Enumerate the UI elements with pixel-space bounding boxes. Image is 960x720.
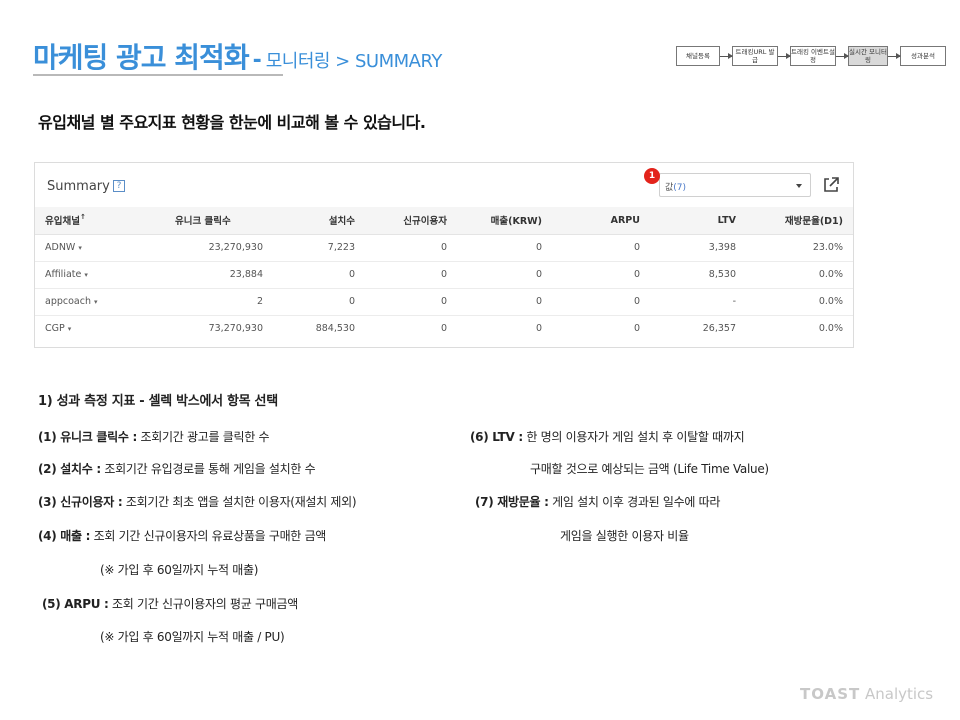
revenue-cell: 0 <box>535 323 542 335</box>
col-arpu[interactable]: ARPU <box>552 207 650 235</box>
col-ltv[interactable]: LTV <box>650 207 746 235</box>
unique-clicks-cell: 73,270,930 <box>208 323 263 335</box>
revisit-cell: 23.0% <box>746 234 853 262</box>
note-arpu-sub: (※ 가입 후 60일까지 누적 매출 / PU) <box>100 630 285 644</box>
ltv-cell: - <box>650 288 746 316</box>
table-row: ADNW ▾ 23,270,930 7,223 0 0 0 3,398 23.0% <box>35 234 853 262</box>
summary-table: 유입채널↑ 유니크 클릭수 설치수 신규이용자 매출(KRW) ARPU LTV… <box>35 207 853 342</box>
caret-down-icon: ▾ <box>93 298 98 306</box>
brand-logo: TOAST Analytics <box>800 685 934 703</box>
flow-step-2: 트래킹URL 발급 <box>732 46 778 66</box>
page-title: 마케팅 광고 최적화 - 모니터링 > SUMMARY <box>33 36 442 76</box>
flow-arrow-icon <box>778 52 791 59</box>
revenue-cell: 0 <box>457 261 552 289</box>
process-flow: 채널등록 트래킹URL 발급 트래킹 이벤트설정 실시간 모니터링 성과분석 <box>676 46 946 66</box>
col-channel[interactable]: 유입채널↑ <box>35 207 145 235</box>
installs-cell: 884,530 <box>315 323 355 335</box>
intro-text: 유입채널 별 주요지표 현황을 한눈에 비교해 볼 수 있습니다. <box>38 113 426 132</box>
external-link-icon[interactable] <box>821 175 841 195</box>
title-main: 마케팅 광고 최적화 <box>33 41 250 74</box>
unique-clicks-cell: 23,884 <box>145 261 273 289</box>
caret-down-icon: ▾ <box>84 271 88 279</box>
arpu-cell: 0 <box>552 288 650 316</box>
flow-arrow-icon <box>836 52 849 59</box>
flow-arrow-icon <box>720 52 733 59</box>
sort-icon: ↑ <box>79 213 86 222</box>
col-new-users[interactable]: 신규이용자 <box>365 207 457 235</box>
col-unique-clicks[interactable]: 유니크 클릭수 <box>145 207 273 235</box>
chevron-down-icon <box>796 184 802 188</box>
title-subtitle: 모니터링 > SUMMARY <box>265 51 443 72</box>
installs-cell: 0 <box>273 288 365 316</box>
help-icon[interactable]: ? <box>113 180 125 192</box>
note-installs: (2) 설치수 : 조회기간 유입경로를 통해 게임을 설치한 수 <box>38 462 316 476</box>
installs-cell: 7,223 <box>273 234 365 262</box>
flow-arrow-icon <box>888 52 901 59</box>
revisit-cell: 0.0% <box>746 288 853 316</box>
table-row: CGP ▾ 73,270,930 884,530 0 0 0 26,357 0.0… <box>35 315 853 342</box>
col-revisit[interactable]: 재방문율(D1) <box>746 207 853 235</box>
unique-clicks-cell: 2 <box>145 288 273 316</box>
callout-badge: 1 <box>644 168 660 184</box>
summary-panel: Summary ? 값(7) 1 유입채널↑ 유니크 클릭수 설치수 신규이용자… <box>34 162 854 348</box>
channel-cell[interactable]: CGP ▾ <box>35 315 145 342</box>
channel-cell[interactable]: Affiliate ▾ <box>35 261 145 289</box>
revenue-cell: 0 <box>457 288 552 316</box>
ltv-cell: 26,357 <box>702 323 736 335</box>
summary-title: Summary <box>47 179 110 194</box>
metric-notes: 1) 성과 측정 지표 - 셀렉 박스에서 항목 선택 (1) 유니크 클릭수 … <box>0 0 960 720</box>
new-users-cell: 0 <box>440 323 447 335</box>
note-arpu: (5) ARPU : 조회 기간 신규이용자의 평균 구매금액 <box>42 597 298 611</box>
ltv-cell: 3,398 <box>650 234 746 262</box>
col-installs[interactable]: 설치수 <box>273 207 365 235</box>
channel-cell[interactable]: appcoach ▾ <box>35 288 145 316</box>
table-header-row: 유입채널↑ 유니크 클릭수 설치수 신규이용자 매출(KRW) ARPU LTV… <box>35 207 853 235</box>
revenue-cell: 0 <box>457 234 552 262</box>
metric-select[interactable]: 값(7) <box>659 173 811 197</box>
arpu-cell: 0 <box>552 234 650 262</box>
note-unique-clicks: (1) 유니크 클릭수 : 조회기간 광고를 클릭한 수 <box>38 430 270 444</box>
note-ltv: (6) LTV : 한 명의 이용자가 게임 설치 후 이탈할 때까지 <box>470 430 745 444</box>
flow-step-5: 성과분석 <box>900 46 946 66</box>
select-value: 값(7) <box>665 183 687 193</box>
flow-step-4: 실시간 모니터링 <box>848 46 888 66</box>
flow-step-1: 채널등록 <box>676 46 720 66</box>
note-revenue: (4) 매출 : 조회 기간 신규이용자의 유료상품을 구매한 금액 <box>38 529 327 543</box>
note-ltv-cont: 구매할 것으로 예상되는 금액 (Life Time Value) <box>530 462 769 476</box>
note-revisit: (7) 재방문율 : 게임 설치 이후 경과된 일수에 따라 <box>475 495 721 509</box>
new-users-cell: 0 <box>365 234 457 262</box>
ltv-cell: 8,530 <box>650 261 746 289</box>
unique-clicks-cell: 23,270,930 <box>145 234 273 262</box>
new-users-cell: 0 <box>365 261 457 289</box>
caret-down-icon: ▾ <box>78 244 82 252</box>
new-users-cell: 0 <box>365 288 457 316</box>
flow-step-3: 트래킹 이벤트설정 <box>790 46 836 66</box>
title-dash: - <box>252 48 262 73</box>
table-row: appcoach ▾ 2 0 0 0 0 - 0.0% <box>35 288 853 316</box>
channel-cell[interactable]: ADNW ▾ <box>35 234 145 262</box>
title-underline <box>33 74 283 76</box>
arpu-cell: 0 <box>552 261 650 289</box>
note-new-users: (3) 신규이용자 : 조회기간 최초 앱을 설치한 이용자(재설치 제외) <box>38 495 357 509</box>
note-revenue-sub: (※ 가입 후 60일까지 누적 매출) <box>100 563 259 577</box>
table-row: Affiliate ▾ 23,884 0 0 0 0 8,530 0.0% <box>35 261 853 289</box>
arpu-cell: 0 <box>633 323 640 335</box>
revisit-cell: 0.0% <box>746 261 853 289</box>
note-revisit-cont: 게임을 실행한 이용자 비율 <box>560 529 689 543</box>
notes-heading: 1) 성과 측정 지표 - 셀렉 박스에서 항목 선택 <box>38 394 278 409</box>
revisit-cell: 0.0% <box>818 323 843 335</box>
installs-cell: 0 <box>273 261 365 289</box>
col-revenue[interactable]: 매출(KRW) <box>457 207 552 235</box>
caret-down-icon: ▾ <box>67 325 72 334</box>
